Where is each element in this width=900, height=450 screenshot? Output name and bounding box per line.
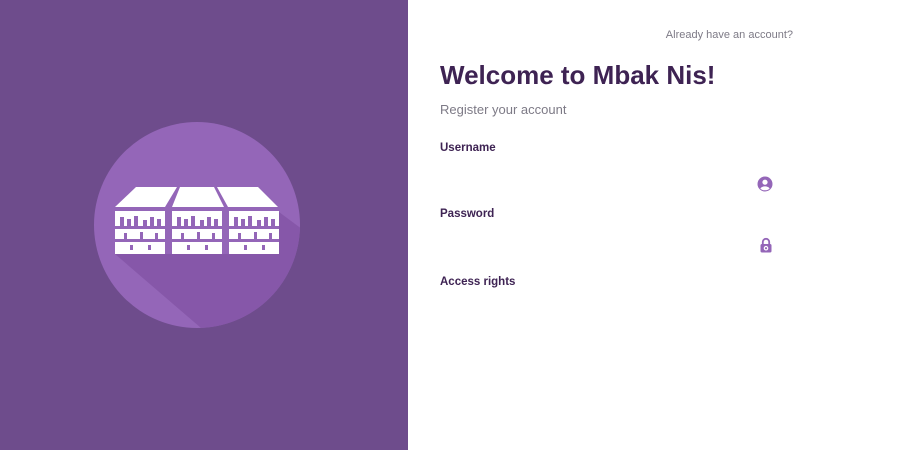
username-label: Username (440, 142, 496, 154)
building-icon (115, 187, 279, 254)
brand-panel (0, 0, 408, 450)
password-label: Password (440, 208, 495, 220)
signin-link[interactable]: Already have an account? (666, 29, 793, 41)
password-input[interactable] (440, 234, 780, 258)
user-circle-icon (757, 176, 773, 192)
access-rights-label: Access rights (440, 276, 516, 288)
market-building-logo (94, 122, 300, 328)
access-rights-select[interactable] (440, 300, 780, 324)
page-title: Welcome to Mbak Nis! (440, 60, 716, 90)
username-input[interactable] (440, 172, 780, 196)
lock-icon (760, 237, 772, 253)
register-panel: Already have an account? Welcome to Mbak… (408, 0, 900, 450)
page-subtitle: Register your account (440, 102, 567, 117)
